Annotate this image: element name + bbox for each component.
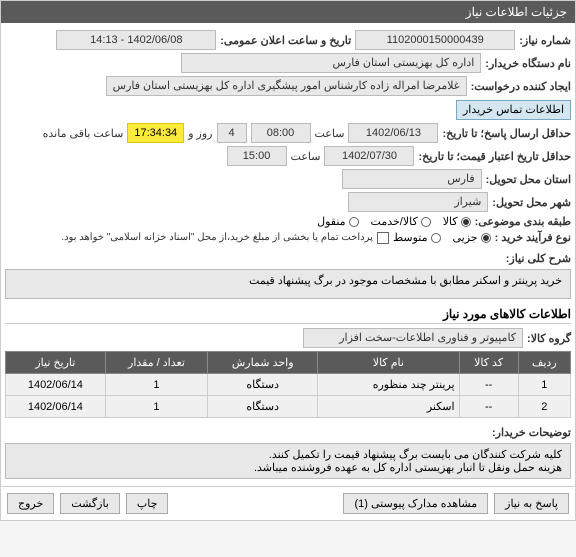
treasury-note: پرداخت تمام یا بخشی از مبلغ خرید،از محل … — [61, 232, 373, 243]
announce-value: 1402/06/08 - 14:13 — [56, 30, 216, 50]
neednum-value: 1102000150000439 — [355, 30, 515, 50]
process-radio-group: جزیی متوسط — [393, 231, 491, 244]
items-section-title: اطلاعات کالاهای مورد نیاز — [5, 307, 571, 324]
print-button[interactable]: چاپ — [126, 493, 169, 514]
time-label-2: ساعت — [291, 150, 321, 163]
city-value: شیراز — [348, 192, 488, 212]
radio-icon — [349, 217, 359, 227]
footer-buttons: پاسخ به نیاز مشاهده مدارک پیوستی (1) چاپ… — [1, 486, 575, 520]
panel-content: شماره نیاز: 1102000150000439 تاریخ و ساع… — [1, 23, 575, 486]
requester-value: غلامرضا امراله زاده کارشناس امور پیشگیری… — [106, 76, 467, 96]
group-label: گروه کالا: — [527, 332, 571, 345]
province-label: استان محل تحویل: — [486, 173, 571, 186]
buyernotes-value: کلیه شرکت کنندگان می بایست برگ پیشنهاد ق… — [5, 443, 571, 479]
back-button[interactable]: بازگشت — [60, 493, 120, 514]
remaining-label: ساعت باقی مانده — [43, 127, 124, 140]
radio-icon — [461, 217, 471, 227]
th-name: نام کالا — [318, 352, 459, 374]
days-left: 4 — [217, 123, 247, 143]
validity-label: حداقل تاریخ اعتبار قیمت؛ تا تاریخ: — [418, 150, 571, 163]
radio-icon — [431, 233, 441, 243]
deadline-time: 08:00 — [251, 123, 311, 143]
neednum-label: شماره نیاز: — [519, 34, 571, 47]
time-label-1: ساعت — [315, 127, 345, 140]
items-table: ردیف کد کالا نام کالا واحد شمارش تعداد /… — [5, 351, 571, 418]
process-radio-medium[interactable]: متوسط — [393, 231, 441, 244]
category-radio-group: کالا کالا/خدمت منقول — [317, 215, 471, 228]
need-details-panel: جزئیات اطلاعات نیاز شماره نیاز: 11020001… — [0, 0, 576, 521]
category-radio-mix[interactable]: منقول — [317, 215, 358, 228]
buyerorg-value: اداره کل بهزیستی استان فارس — [181, 53, 481, 73]
requester-label: ایجاد کننده درخواست: — [471, 80, 571, 93]
category-radio-kala[interactable]: کالا — [443, 215, 471, 228]
treasury-checkbox[interactable] — [377, 232, 389, 244]
table-row: 1 -- پرینتر چند منظوره دستگاه 1 1402/06/… — [6, 374, 571, 396]
th-unit: واحد شمارش — [208, 352, 318, 374]
th-qty: تعداد / مقدار — [105, 352, 207, 374]
radio-icon — [481, 233, 491, 243]
buyerorg-label: نام دستگاه خریدار: — [485, 57, 571, 70]
deadline-date: 1402/06/13 — [348, 123, 438, 143]
panel-header: جزئیات اطلاعات نیاز — [1, 1, 575, 23]
radio-icon — [421, 217, 431, 227]
process-label: نوع فرآیند خرید : — [495, 231, 571, 244]
days-word: روز و — [188, 127, 212, 140]
buyernotes-label: توضیحات خریدار: — [492, 426, 571, 439]
process-radio-partial[interactable]: جزیی — [453, 231, 491, 244]
announce-label: تاریخ و ساعت اعلان عمومی: — [220, 34, 351, 47]
attachments-button[interactable]: مشاهده مدارک پیوستی (1) — [343, 493, 488, 514]
maindesc-value: خرید پرینتر و اسکنر مطابق با مشخصات موجو… — [5, 269, 571, 299]
panel-title: جزئیات اطلاعات نیاز — [466, 5, 567, 19]
group-value: کامپیوتر و فناوری اطلاعات-سخت افزار — [303, 328, 523, 348]
category-label: طبقه بندی موضوعی: — [475, 215, 571, 228]
category-radio-service[interactable]: کالا/خدمت — [371, 215, 431, 228]
validity-date: 1402/07/30 — [324, 146, 414, 166]
validity-time: 15:00 — [227, 146, 287, 166]
city-label: شهر محل تحویل: — [492, 196, 571, 209]
th-row: ردیف — [518, 352, 570, 374]
province-value: فارس — [342, 169, 482, 189]
exit-button[interactable]: خروج — [7, 493, 54, 514]
th-code: کد کالا — [459, 352, 518, 374]
table-row: 2 -- اسکنر دستگاه 1 1402/06/14 — [6, 396, 571, 418]
deadline-label: حداقل ارسال پاسخ؛ تا تاریخ: — [442, 127, 571, 140]
contact-buyer-button[interactable]: اطلاعات تماس خریدار — [456, 100, 571, 120]
th-date: تاریخ نیاز — [6, 352, 106, 374]
countdown-timer: 17:34:34 — [127, 123, 184, 143]
maindesc-label: شرح کلی نیاز: — [506, 252, 571, 265]
respond-button[interactable]: پاسخ به نیاز — [494, 493, 569, 514]
